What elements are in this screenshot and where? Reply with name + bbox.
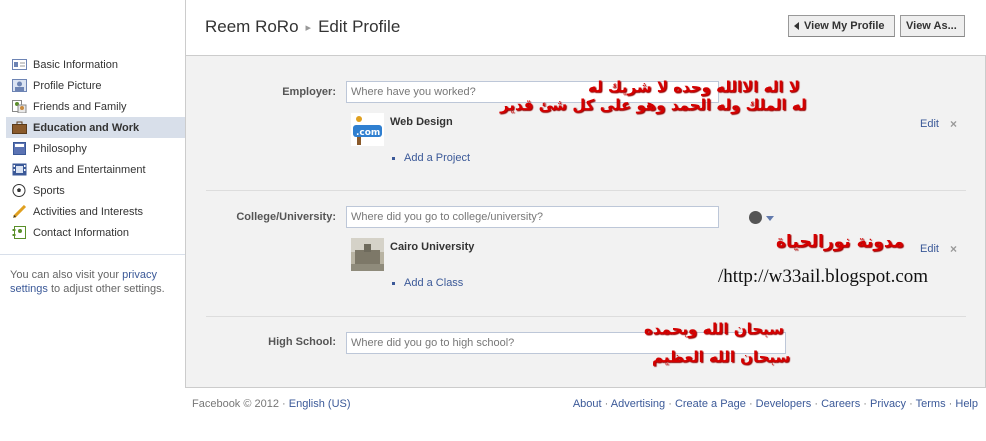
overlay-arabic-line-2: له الملك وله الحمد وهو على كل شئ قدير <box>500 96 807 114</box>
sidebar-item-contact-information[interactable]: Contact Information <box>6 222 185 243</box>
privacy-note: You can also visit your privacy settings… <box>10 268 180 296</box>
privacy-note-suffix: to adjust other settings. <box>50 283 165 295</box>
sidebar-item-profile-picture[interactable]: Profile Picture <box>6 75 185 96</box>
footer-link-advertising[interactable]: Advertising <box>611 398 665 410</box>
back-arrow-icon <box>794 22 799 30</box>
sidebar-item-label: Education and Work <box>33 121 140 134</box>
profile-name-link[interactable]: Reem RoRo <box>205 17 299 37</box>
footer-link-help[interactable]: Help <box>955 398 978 410</box>
cairo-university-photo <box>351 238 384 271</box>
view-my-profile-label: View My Profile <box>804 20 885 32</box>
sidebar-item-label: Profile Picture <box>33 79 102 92</box>
view-my-profile-button[interactable]: View My Profile <box>788 15 895 37</box>
sidebar-item-basic-information[interactable]: Basic Information <box>6 54 185 75</box>
privacy-note-text: You can also visit your <box>10 269 120 281</box>
section-divider <box>206 316 966 317</box>
college-label: College/University: <box>236 211 336 223</box>
employer-entry-name[interactable]: Web Design <box>390 116 453 128</box>
privacy-globe-icon[interactable] <box>749 211 762 224</box>
web-design-logo-icon: .com <box>351 113 384 146</box>
copyright-text: Facebook © 2012 · <box>192 398 286 410</box>
breadcrumb-separator-icon: ▸ <box>305 21 312 34</box>
footer-link-terms[interactable]: Terms <box>916 398 946 410</box>
sidebar-item-label: Activities and Interests <box>33 205 144 218</box>
add-project-label: Add a Project <box>404 152 471 164</box>
profile-nav: Basic Information Profile Picture Friend… <box>6 54 185 243</box>
left-sidebar: Basic Information Profile Picture Friend… <box>0 0 186 441</box>
add-class-label: Add a Class <box>404 277 464 289</box>
friends-icon <box>12 100 27 114</box>
page-title: Edit Profile <box>318 17 401 36</box>
sidebar-item-label: Basic Information <box>33 58 118 71</box>
college-remove-icon[interactable]: × <box>950 242 957 256</box>
id-card-icon <box>12 58 27 71</box>
add-class-link[interactable]: Add a Class <box>392 277 463 289</box>
sidebar-item-label: Philosophy <box>33 142 87 155</box>
employer-label: Employer: <box>282 86 336 98</box>
picture-icon <box>12 79 27 92</box>
overlay-arabic-line-1: لا اله الاالله وحده لا شريك له <box>588 78 800 96</box>
high-school-label: High School: <box>268 336 336 348</box>
sidebar-item-activities-and-interests[interactable]: Activities and Interests <box>6 201 185 222</box>
sidebar-item-label: Arts and Entertainment <box>33 163 146 176</box>
sidebar-item-education-and-work[interactable]: Education and Work <box>6 117 185 138</box>
sidebar-item-label: Sports <box>33 184 65 197</box>
svg-text:.com: .com <box>356 128 380 138</box>
view-as-button[interactable]: View As... <box>900 15 965 37</box>
footer-links: About · Advertising · Create a Page · De… <box>572 398 978 410</box>
page-header: Reem RoRo ▸ Edit Profile View My Profile… <box>186 0 986 55</box>
sidebar-item-philosophy[interactable]: Philosophy <box>6 138 185 159</box>
language-link[interactable]: English (US) <box>289 398 351 410</box>
sidebar-item-label: Friends and Family <box>33 100 127 113</box>
college-edit-link[interactable]: Edit <box>920 243 939 255</box>
college-entry-name[interactable]: Cairo University <box>390 241 474 253</box>
sidebar-item-arts-and-entertainment[interactable]: Arts and Entertainment <box>6 159 185 180</box>
footer-link-privacy[interactable]: Privacy <box>870 398 906 410</box>
overlay-arabic-line-4: سبحان الله العظيم <box>652 348 791 366</box>
sidebar-item-label: Contact Information <box>33 226 129 239</box>
footer-link-careers[interactable]: Careers <box>821 398 860 410</box>
film-icon <box>12 163 27 176</box>
sidebar-item-sports[interactable]: Sports <box>6 180 185 201</box>
pencil-icon <box>12 204 27 219</box>
add-project-link[interactable]: Add a Project <box>392 152 470 164</box>
overlay-blog-url: /http://w33ail.blogspot.com <box>718 266 929 287</box>
sidebar-item-friends-and-family[interactable]: Friends and Family <box>6 96 185 117</box>
book-icon <box>12 142 27 155</box>
privacy-dropdown-caret-icon[interactable] <box>766 216 774 221</box>
overlay-blog-name: مدونة نورالحياة <box>776 232 905 252</box>
view-as-label: View As... <box>906 20 957 32</box>
footer-link-about[interactable]: About <box>573 398 602 410</box>
employer-remove-icon[interactable]: × <box>950 117 957 131</box>
footer-copyright: Facebook © 2012 · English (US) <box>192 398 351 410</box>
soccer-ball-icon <box>12 184 27 197</box>
briefcase-icon <box>12 121 27 134</box>
contact-icon <box>12 226 27 239</box>
breadcrumb: Reem RoRo ▸ Edit Profile <box>205 17 400 37</box>
section-divider <box>206 190 966 191</box>
employer-edit-link[interactable]: Edit <box>920 118 939 130</box>
footer-link-developers[interactable]: Developers <box>756 398 812 410</box>
footer-link-create-a-page[interactable]: Create a Page <box>675 398 746 410</box>
sidebar-divider <box>0 254 186 255</box>
college-input[interactable]: Where did you go to college/university? <box>346 206 719 228</box>
overlay-arabic-line-3: سبحان الله وبحمده <box>644 320 784 338</box>
